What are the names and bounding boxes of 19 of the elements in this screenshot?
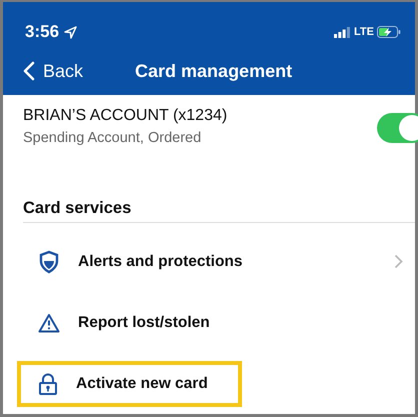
account-name: BRIAN’S ACCOUNT (x1234)	[23, 107, 228, 126]
menu-item[interactable]: Report lost/stolen	[17, 300, 244, 344]
location-icon	[64, 26, 78, 38]
card-toggle[interactable]	[377, 113, 418, 144]
chevron-icon	[394, 254, 403, 269]
lock-icon	[38, 372, 58, 394]
warning-icon	[38, 312, 60, 332]
chevron-left-icon	[23, 61, 35, 81]
menu-item[interactable]: Alerts and protections	[17, 238, 415, 286]
account-detail: Spending Account, Ordered	[23, 130, 202, 146]
battery-icon	[377, 26, 401, 38]
screen-title: Card management	[135, 60, 292, 82]
signal-icon	[334, 26, 350, 38]
menu-item[interactable]: Activate new card	[17, 360, 242, 406]
network-label: LTE	[354, 26, 374, 38]
status-time: 3:56	[25, 22, 60, 42]
section-title: Card services	[22, 198, 132, 220]
back-button[interactable]: Back	[23, 60, 84, 82]
shield-icon	[38, 250, 60, 274]
